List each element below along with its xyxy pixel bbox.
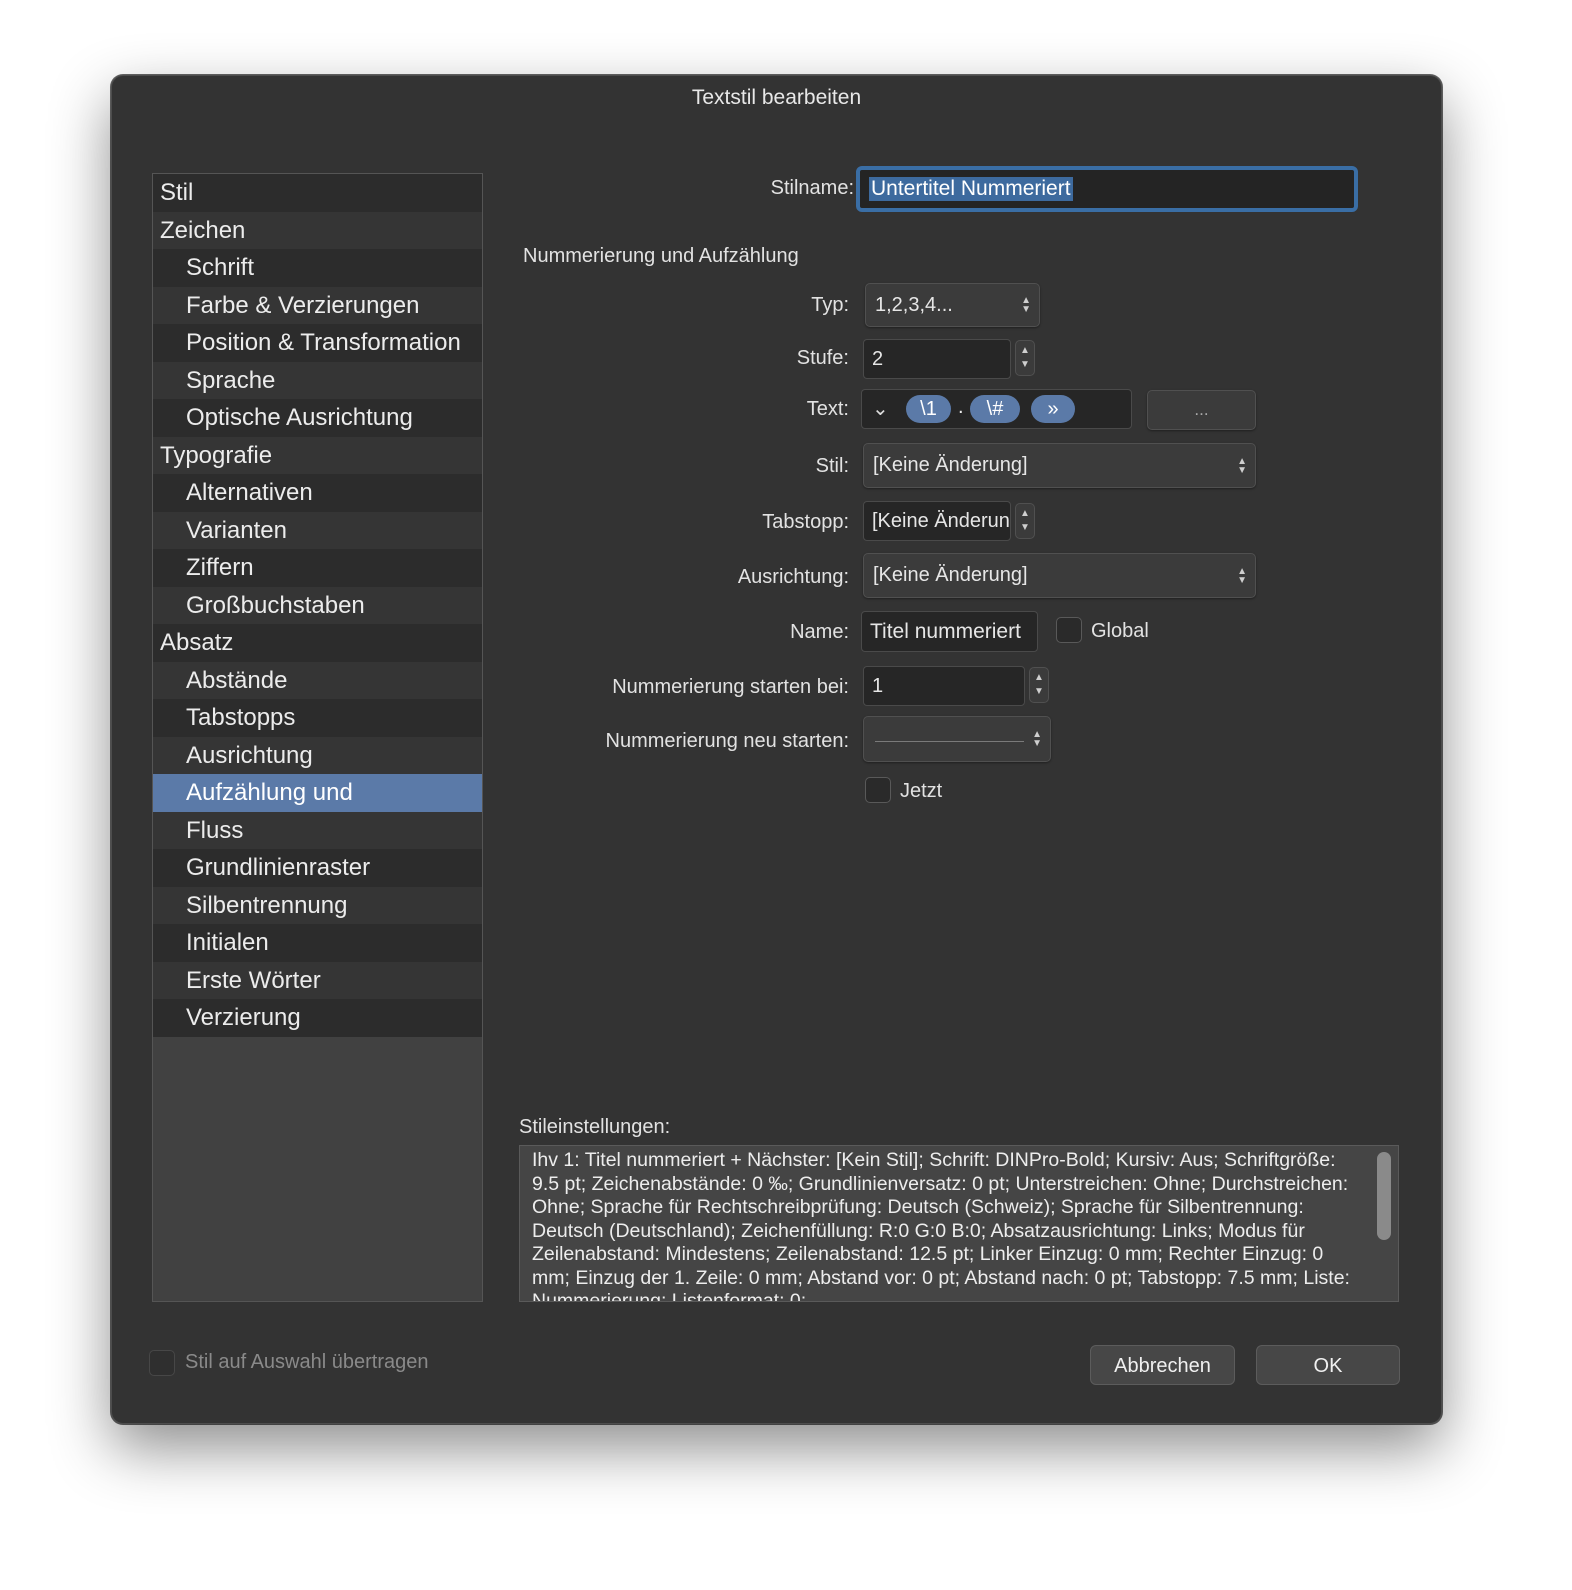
sidebar-item[interactable]: Erste Wörter xyxy=(153,961,482,999)
sidebar-item[interactable]: Typografie xyxy=(153,436,482,474)
restart-label: Nummerierung neu starten: xyxy=(605,730,849,752)
apply-label: Stil auf Auswahl übertragen xyxy=(185,1351,429,1373)
stufe-label: Stufe: xyxy=(796,347,849,369)
stufe-stepper[interactable]: ▲ ▼ xyxy=(1015,340,1035,376)
stilname-input[interactable]: Untertitel Nummeriert xyxy=(869,177,1073,201)
restart-popup[interactable]: ▲ ▼ xyxy=(863,716,1051,762)
stufe-value: 2 xyxy=(872,348,884,370)
sidebar-item[interactable]: Optische Ausrichtung xyxy=(153,399,482,437)
sidebar-item[interactable]: Großbuchstaben xyxy=(153,586,482,624)
sidebar-item[interactable]: Ausrichtung xyxy=(153,736,482,774)
sidebar-item[interactable]: Grundlinienraster xyxy=(153,849,482,887)
start-value: 1 xyxy=(872,675,884,697)
sidebar-item[interactable]: Ziffern xyxy=(153,549,482,587)
stil-label: Stil: xyxy=(815,455,849,477)
stil-value: [Keine Änderung] xyxy=(873,454,1028,476)
stil-popup[interactable]: [Keine Änderung] ▲ ▼ xyxy=(863,443,1256,488)
name-input[interactable]: Titel nummeriert xyxy=(861,611,1038,652)
typ-popup[interactable]: 1,2,3,4... ▲ ▼ xyxy=(865,283,1040,327)
token-level[interactable]: \1 xyxy=(906,395,951,423)
window-title: Textstil bearbeiten xyxy=(691,86,862,109)
sidebar-item[interactable]: Farbe & Verzierungen xyxy=(153,286,482,324)
tabstopp-label: Tabstopp: xyxy=(762,511,849,533)
sidebar-item[interactable]: Zeichen xyxy=(153,211,482,249)
global-label: Global xyxy=(1091,620,1149,642)
token-number[interactable]: \# xyxy=(970,395,1020,423)
sidebar-item[interactable]: Abstände xyxy=(153,661,482,699)
dialog-window: Textstil bearbeiten Stil Zeichen Schrift Fa… xyxy=(111,75,1442,1424)
sidebar-item[interactable]: Alternativen xyxy=(153,474,482,512)
sidebar-item[interactable]: Initialen xyxy=(153,924,482,962)
settings-label: Stileinstellungen: xyxy=(519,1116,671,1138)
tabstopp-input[interactable]: [Keine Änderung] xyxy=(863,501,1011,541)
global-checkbox[interactable] xyxy=(1056,617,1082,643)
sidebar-item[interactable]: Verzierung xyxy=(153,999,482,1037)
popup-arrows-icon: ▲ ▼ xyxy=(1032,729,1042,749)
jetzt-label: Jetzt xyxy=(900,780,943,802)
typ-label: Typ: xyxy=(811,294,849,316)
settings-description: Ihv 1: Titel nummeriert + Nächster: [Kei… xyxy=(519,1145,1399,1302)
text-label: Text: xyxy=(806,398,849,420)
ausrichtung-label: Ausrichtung: xyxy=(737,566,849,588)
chevron-down-icon[interactable]: ⌄ xyxy=(872,396,889,421)
text-more-button[interactable]: ... xyxy=(1147,390,1256,430)
sidebar: Stil Zeichen Schrift Farbe & Verzierungen Po… xyxy=(152,173,483,1302)
cancel-button[interactable]: Abbrechen xyxy=(1090,1345,1235,1385)
popup-arrows-icon: ▲ ▼ xyxy=(1237,455,1247,476)
sidebar-item[interactable]: Stil xyxy=(153,174,482,212)
sidebar-item[interactable]: Fluss xyxy=(153,811,482,849)
tabstopp-stepper[interactable]: ▲ ▼ xyxy=(1015,503,1035,539)
start-stepper[interactable]: ▲ ▼ xyxy=(1029,667,1049,703)
token-tab[interactable]: » xyxy=(1031,395,1075,423)
sidebar-item[interactable]: Aufzählung und xyxy=(153,774,482,812)
apply-checkbox[interactable] xyxy=(149,1350,175,1376)
ok-button[interactable]: OK xyxy=(1256,1345,1400,1385)
start-input[interactable]: 1 xyxy=(863,666,1025,706)
stilname-focus-ring: Untertitel Nummeriert xyxy=(856,166,1358,212)
jetzt-checkbox[interactable] xyxy=(865,777,891,803)
restart-empty-line xyxy=(875,741,1024,742)
typ-value: 1,2,3,4... xyxy=(875,294,953,316)
stufe-input[interactable]: 2 xyxy=(863,339,1011,379)
sidebar-item[interactable]: Tabstopps xyxy=(153,699,482,737)
section-title: Nummerierung und Aufzählung xyxy=(523,245,799,267)
start-label: Nummerierung starten bei: xyxy=(612,676,849,698)
sidebar-item[interactable]: Absatz xyxy=(153,624,482,662)
sidebar-item[interactable]: Silbentrennung xyxy=(153,886,482,924)
tabstopp-value: [Keine Änderung] xyxy=(872,510,1010,532)
token-separator: . xyxy=(958,396,964,418)
settings-scrollbar[interactable] xyxy=(1377,1152,1391,1240)
popup-arrows-icon: ▲ ▼ xyxy=(1021,295,1031,315)
popup-arrows-icon: ▲ ▼ xyxy=(1237,565,1247,586)
ausrichtung-value: [Keine Änderung] xyxy=(873,564,1028,586)
sidebar-item[interactable]: Position & Transformation xyxy=(153,324,482,362)
name-label: Name: xyxy=(790,621,849,643)
stilname-label: Stilname: xyxy=(770,177,854,199)
sidebar-item[interactable]: Varianten xyxy=(153,511,482,549)
sidebar-item[interactable]: Sprache xyxy=(153,361,482,399)
ausrichtung-popup[interactable]: [Keine Änderung] ▲ ▼ xyxy=(863,553,1256,598)
name-value: Titel nummeriert xyxy=(870,620,1021,643)
settings-text: Ihv 1: Titel nummeriert + Nächster: [Kei… xyxy=(532,1149,1350,1302)
text-token-field[interactable]: ⌄ \1 . \# » xyxy=(861,389,1132,429)
sidebar-item[interactable]: Schrift xyxy=(153,249,482,287)
